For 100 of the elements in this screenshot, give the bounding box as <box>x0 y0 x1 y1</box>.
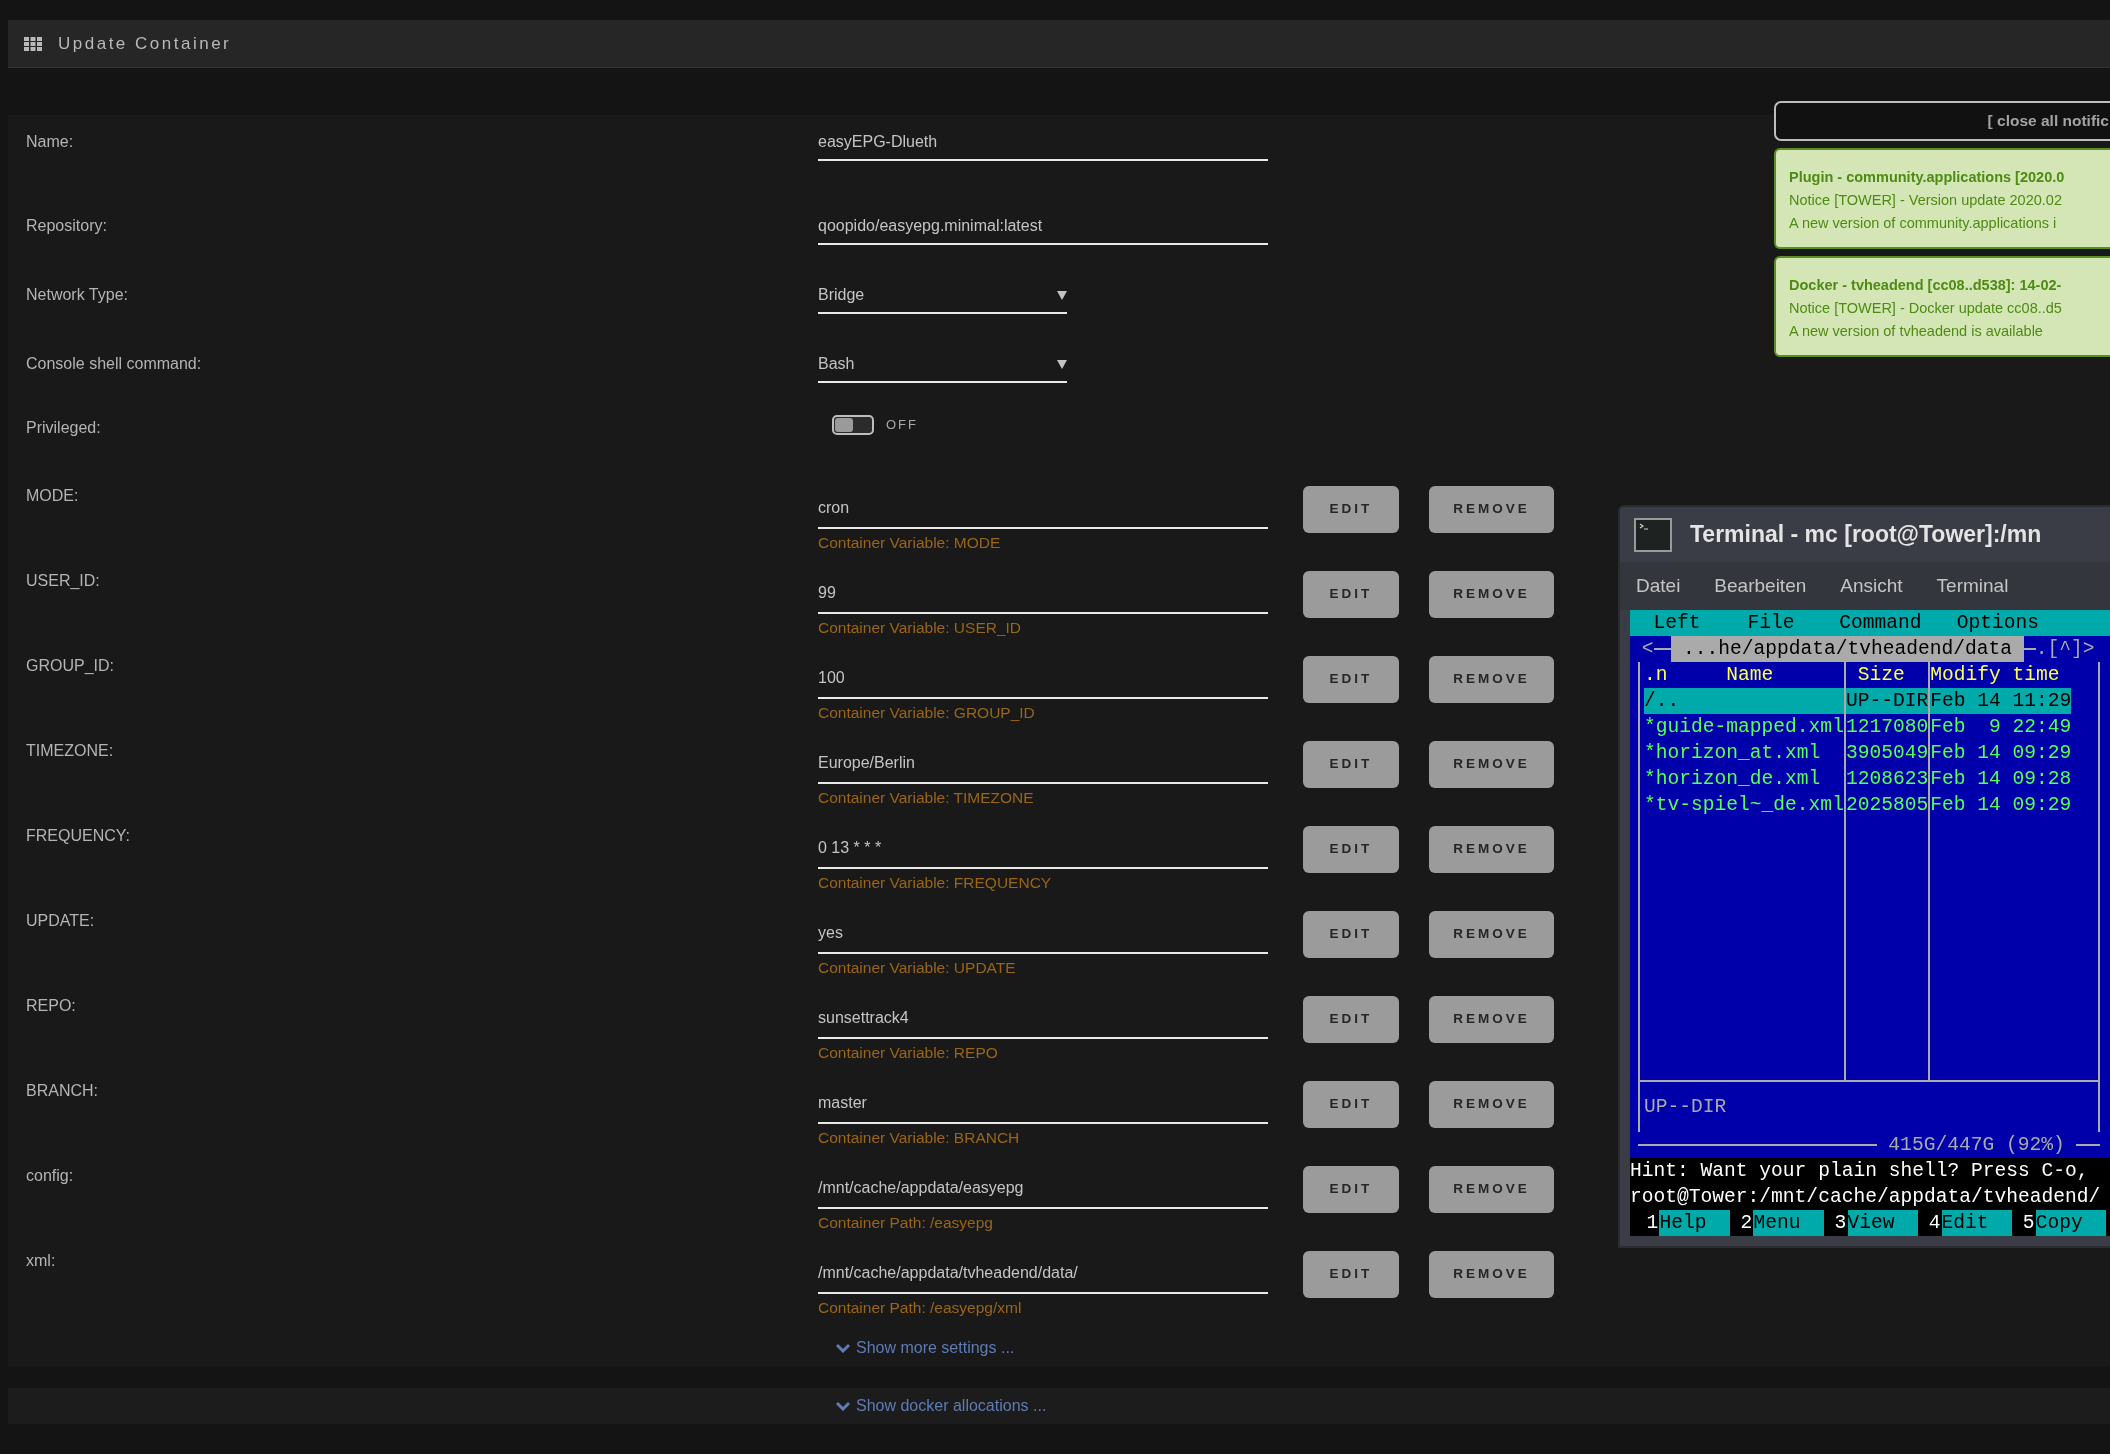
edit-button[interactable]: EDIT <box>1303 656 1399 703</box>
variable-input-field[interactable]: sunsettrack4 <box>818 986 1268 1039</box>
notification-text: A new version of community.applications i <box>1789 214 2058 233</box>
status-text: UP--DIR <box>1644 1095 1727 1120</box>
text-input-field[interactable]: qoopido/easyepg.minimal:latest <box>818 205 1268 245</box>
edit-button[interactable]: EDIT <box>1303 741 1399 788</box>
toggle-switch[interactable] <box>832 415 874 435</box>
function-key[interactable]: Copy <box>2035 1210 2107 1236</box>
variable-input-field[interactable]: 100 <box>818 646 1268 699</box>
notification-title: Plugin - community.applications [2020.0 <box>1789 168 2066 187</box>
variable-description: Container Variable: USER_ID <box>818 618 1023 638</box>
notification-title: Docker - tvheadend [cc08..d538]: 14-02- <box>1789 276 2063 295</box>
mc-menu-item[interactable]: File <box>1747 610 1828 636</box>
text-input-field[interactable]: easyEPG-Dlueth <box>818 121 1268 161</box>
variable-input-field[interactable]: Europe/Berlin <box>818 731 1268 784</box>
remove-button[interactable]: REMOVE <box>1429 1166 1554 1213</box>
variable-input-field[interactable]: yes <box>818 901 1268 954</box>
function-key[interactable]: Menu <box>1753 1210 1824 1236</box>
variable-description: Container Path: /easyepg/xml <box>818 1298 1023 1318</box>
file-cell[interactable]: Feb 14 09:28 <box>1930 766 2072 792</box>
menu-item[interactable]: Datei <box>1636 571 1681 601</box>
grid-icon <box>24 36 42 51</box>
close-all-notifications-button[interactable]: [ close all notific <box>1774 101 2110 141</box>
function-key[interactable]: View <box>1847 1210 1919 1236</box>
function-key[interactable]: Help <box>1659 1210 1730 1236</box>
edit-button[interactable]: EDIT <box>1303 996 1399 1043</box>
edit-button[interactable]: EDIT <box>1303 1251 1399 1298</box>
menu-item[interactable]: Bearbeiten <box>1714 571 1807 601</box>
file-cell[interactable]: 1217080 <box>1845 714 1929 740</box>
mc-menu-item[interactable]: Command <box>1839 610 1946 636</box>
shell-prompt: root@Tower:/mnt/cache/appdata/tvheadend/ <box>1630 1185 2102 1210</box>
file-cell[interactable]: Feb 14 09:29 <box>1930 740 2072 766</box>
page-title: Update Container <box>58 32 232 55</box>
remove-button[interactable]: REMOVE <box>1429 571 1554 618</box>
remove-button[interactable]: REMOVE <box>1429 1251 1554 1298</box>
variable-input-field[interactable]: /mnt/cache/appdata/easyepg <box>818 1156 1268 1209</box>
variable-label: MODE: <box>25 486 80 506</box>
terminal-icon <box>1634 517 1672 552</box>
file-cell[interactable]: *horizon_de.xml <box>1644 766 1844 792</box>
chevron-down-icon <box>836 1401 850 1411</box>
column-header: Modify time <box>1930 663 2061 688</box>
variable-description: Container Variable: MODE <box>818 533 1002 553</box>
remove-button[interactable]: REMOVE <box>1429 911 1554 958</box>
field-label: Repository: <box>25 216 108 236</box>
function-key-number: 5 <box>2021 1211 2036 1236</box>
function-key[interactable]: Edit <box>1941 1210 2013 1236</box>
remove-button[interactable]: REMOVE <box>1429 486 1554 533</box>
file-cell[interactable]: 3905049 <box>1845 740 1929 766</box>
mc-menu-item[interactable]: Options <box>1956 610 2040 636</box>
file-cell[interactable]: Feb 14 11:29 <box>1930 688 2072 714</box>
menu-item[interactable]: Terminal <box>1936 571 2009 601</box>
remove-button[interactable]: REMOVE <box>1429 826 1554 873</box>
variable-description: Container Variable: UPDATE <box>818 958 1017 978</box>
variable-input-field[interactable]: 99 <box>818 561 1268 614</box>
menu-item[interactable]: Ansicht <box>1840 571 1903 601</box>
field-label: Network Type: <box>25 285 129 305</box>
edit-button[interactable]: EDIT <box>1303 571 1399 618</box>
edit-button[interactable]: EDIT <box>1303 1166 1399 1213</box>
variable-input-field[interactable]: 0 13 * * * <box>818 816 1268 869</box>
show-docker-allocations-link[interactable]: Show docker allocations ... <box>836 1394 1047 1418</box>
variable-input-field[interactable]: cron <box>818 476 1268 529</box>
file-cell[interactable]: *guide-mapped.xml <box>1644 714 1844 740</box>
window-title: Terminal - mc [root@Tower]:/mn <box>1690 520 2042 550</box>
remove-button[interactable]: REMOVE <box>1429 996 1554 1043</box>
file-cell[interactable]: *horizon_at.xml <box>1644 740 1844 766</box>
field-label: Privileged: <box>25 418 102 438</box>
variable-label: USER_ID: <box>25 571 101 591</box>
file-cell[interactable]: 1208623 <box>1845 766 1929 792</box>
column-header: Size <box>1856 663 1906 688</box>
dropdown-field[interactable]: Bash <box>818 343 1067 383</box>
variable-label: TIMEZONE: <box>25 741 115 761</box>
show-more-settings-link[interactable]: Show more settings ... <box>836 1336 1015 1360</box>
variable-description: Container Variable: REPO <box>818 1043 999 1063</box>
file-cell[interactable]: *tv-spiel~_de.xml <box>1644 792 1844 818</box>
remove-button[interactable]: REMOVE <box>1429 656 1554 703</box>
variable-description: Container Variable: BRANCH <box>818 1128 1021 1148</box>
file-cell[interactable]: Feb 14 09:29 <box>1930 792 2072 818</box>
remove-button[interactable]: REMOVE <box>1429 741 1554 788</box>
edit-button[interactable]: EDIT <box>1303 911 1399 958</box>
variable-description: Container Variable: GROUP_ID <box>818 703 1036 723</box>
variable-input-field[interactable]: /mnt/cache/appdata/tvheadend/data/ <box>818 1241 1268 1294</box>
edit-button[interactable]: EDIT <box>1303 486 1399 533</box>
notification-text: A new version of tvheadend is available <box>1789 322 2044 341</box>
file-cell[interactable]: Feb 9 22:49 <box>1930 714 2072 740</box>
variable-label: REPO: <box>25 996 77 1016</box>
mc-menu-item[interactable]: Left <box>1653 610 1736 636</box>
file-cell[interactable]: 2025805 <box>1845 792 1929 818</box>
file-cell[interactable]: UP--DIR <box>1845 688 1929 714</box>
notification-text: Notice [TOWER] - Version update 2020.02 <box>1789 191 2063 210</box>
edit-button[interactable]: EDIT <box>1303 826 1399 873</box>
variable-input-field[interactable]: master <box>818 1071 1268 1124</box>
nav-arrow[interactable]: < <box>1641 636 1654 662</box>
remove-button[interactable]: REMOVE <box>1429 1081 1554 1128</box>
edit-button[interactable]: EDIT <box>1303 1081 1399 1128</box>
file-cell[interactable]: /.. <box>1644 688 1844 714</box>
nav-controls[interactable]: .[^]> <box>2035 636 2095 662</box>
notification-text: Notice [TOWER] - Docker update cc08..d5 <box>1789 299 2063 318</box>
disk-usage-text: 415G/447G (92%) <box>1887 1133 2066 1158</box>
dropdown-field[interactable]: Bridge <box>818 274 1067 314</box>
variable-label: xml: <box>25 1251 57 1271</box>
